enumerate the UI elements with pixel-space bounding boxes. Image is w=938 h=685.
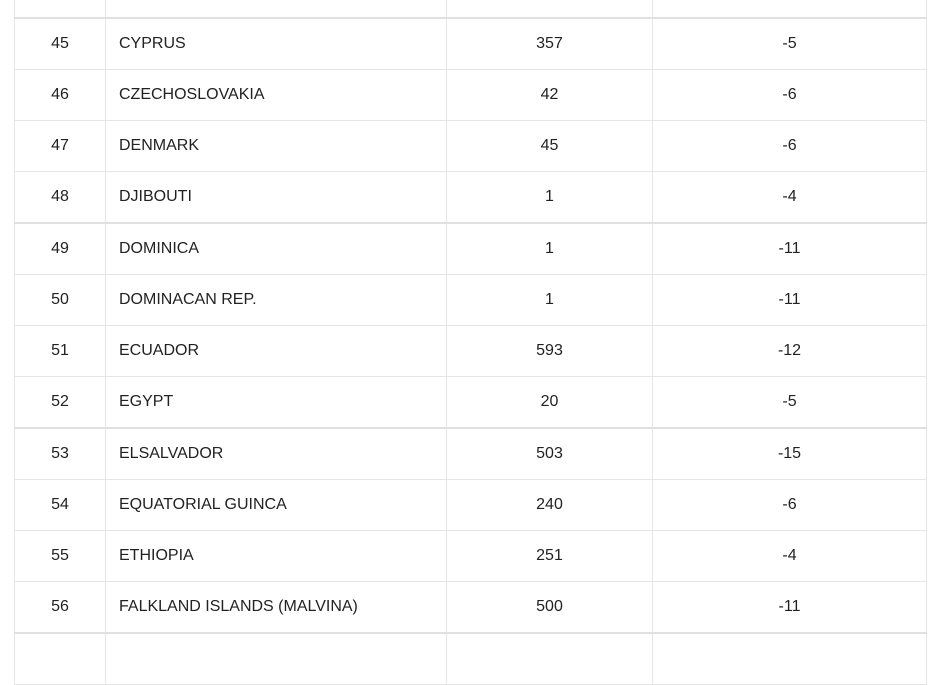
country-code-table: 45 CYPRUS 357 -5 46 CZECHOSLOVAKIA 42 -6… [14,0,927,685]
data-table-container: 45 CYPRUS 357 -5 46 CZECHOSLOVAKIA 42 -6… [14,0,927,685]
table-row: 46 CZECHOSLOVAKIA 42 -6 [14,69,927,121]
change-cell: -5 [652,17,927,70]
value-cell: 20 [446,376,653,429]
change-cell: -6 [652,479,927,531]
table-row: 47 DENMARK 45 -6 [14,120,927,172]
country-cell: DOMINACAN REP. [105,274,447,326]
country-cell: DOMINICA [105,222,447,275]
table-row [14,0,927,19]
country-cell: DJIBOUTI [105,171,447,224]
table-row: 49 DOMINICA 1 -11 [14,222,927,275]
country-cell: CYPRUS [105,17,447,70]
change-cell: -5 [652,376,927,429]
change-cell [652,632,927,685]
table-row: 50 DOMINACAN REP. 1 -11 [14,274,927,326]
value-cell: 500 [446,581,653,634]
value-cell: 357 [446,17,653,70]
value-cell [446,0,653,19]
value-cell: 503 [446,427,653,480]
row-number-cell: 46 [14,69,106,121]
change-cell: -12 [652,325,927,377]
value-cell: 1 [446,222,653,275]
table-row: 52 EGYPT 20 -5 [14,376,927,429]
change-cell: -6 [652,120,927,172]
country-cell: ELSALVADOR [105,427,447,480]
change-cell: -11 [652,581,927,634]
value-cell: 1 [446,274,653,326]
table-row: 51 ECUADOR 593 -12 [14,325,927,377]
value-cell: 42 [446,69,653,121]
row-number-cell: 45 [14,17,106,70]
table-row [14,632,927,685]
table-row: 54 EQUATORIAL GUINCA 240 -6 [14,479,927,531]
value-cell: 593 [446,325,653,377]
value-cell: 251 [446,530,653,582]
value-cell: 45 [446,120,653,172]
country-cell: EQUATORIAL GUINCA [105,479,447,531]
table-row: 48 DJIBOUTI 1 -4 [14,171,927,224]
country-cell: ECUADOR [105,325,447,377]
table-row: 56 FALKLAND ISLANDS (MALVINA) 500 -11 [14,581,927,634]
value-cell [446,632,653,685]
row-number-cell: 47 [14,120,106,172]
country-cell: FALKLAND ISLANDS (MALVINA) [105,581,447,634]
table-row: 53 ELSALVADOR 503 -15 [14,427,927,480]
change-cell [652,0,927,19]
country-cell: DENMARK [105,120,447,172]
row-number-cell: 55 [14,530,106,582]
row-number-cell: 50 [14,274,106,326]
table-row: 45 CYPRUS 357 -5 [14,17,927,70]
row-number-cell: 53 [14,427,106,480]
change-cell: -11 [652,274,927,326]
change-cell: -4 [652,530,927,582]
country-cell: CZECHOSLOVAKIA [105,69,447,121]
value-cell: 1 [446,171,653,224]
change-cell: -11 [652,222,927,275]
change-cell: -4 [652,171,927,224]
row-number-cell: 51 [14,325,106,377]
row-number-cell: 48 [14,171,106,224]
change-cell: -6 [652,69,927,121]
change-cell: -15 [652,427,927,480]
row-number-cell: 56 [14,581,106,634]
row-number-cell [14,632,106,685]
row-number-cell: 54 [14,479,106,531]
country-cell [105,632,447,685]
table-row: 55 ETHIOPIA 251 -4 [14,530,927,582]
country-cell: EGYPT [105,376,447,429]
row-number-cell: 49 [14,222,106,275]
row-number-cell: 52 [14,376,106,429]
row-number-cell [14,0,106,19]
value-cell: 240 [446,479,653,531]
country-cell: ETHIOPIA [105,530,447,582]
country-cell [105,0,447,19]
